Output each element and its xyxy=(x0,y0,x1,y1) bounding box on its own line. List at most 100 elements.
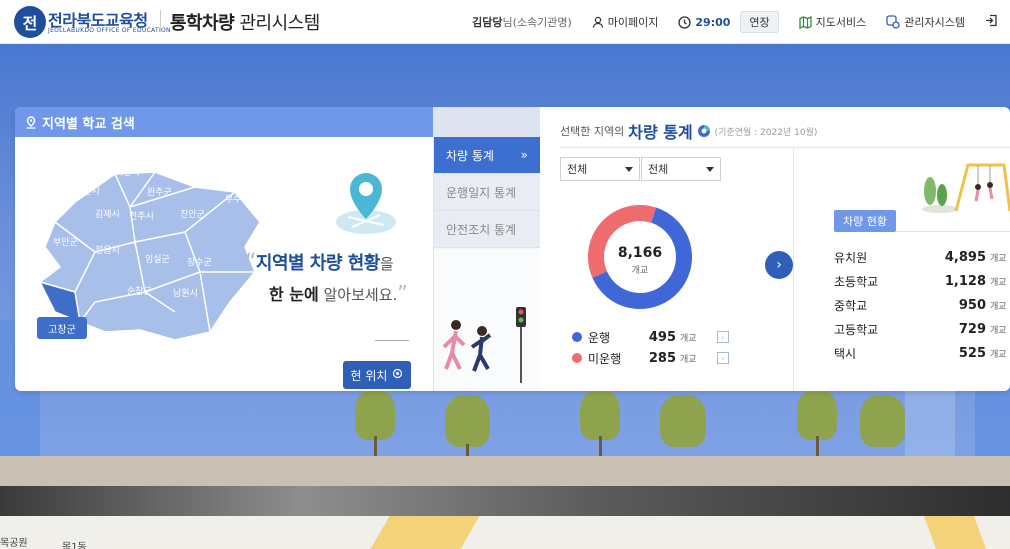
stats-title: 선택한 지역의 차량 통계 (기준연월 : 2022년 10월) xyxy=(560,119,817,143)
next-stats-button[interactable]: › xyxy=(765,251,793,279)
map-strip[interactable]: 목1동 목공원 xyxy=(0,516,1010,549)
legend-unit: 개교 xyxy=(680,333,697,344)
map-service-link[interactable]: 지도서비스 xyxy=(799,14,866,30)
pie-chart-icon xyxy=(697,125,710,137)
admin-system-label: 관리자시스템 xyxy=(904,16,965,29)
user-name: 김담당 xyxy=(472,16,503,29)
bg-tree xyxy=(445,395,490,447)
school-type-select[interactable]: 전체 xyxy=(641,157,721,181)
count-value: 525 xyxy=(958,345,986,361)
chevron-right-icon[interactable]: › xyxy=(716,352,729,364)
count-value: 950 xyxy=(958,297,986,313)
legend-not-operating: 미운행 285 개교 › xyxy=(572,348,732,368)
count-value: 729 xyxy=(958,321,986,337)
count-label: 택시 xyxy=(834,346,857,361)
logout-button[interactable] xyxy=(985,14,998,30)
stats-divider-line xyxy=(560,147,1010,148)
system-title[interactable]: 통학차량 관리시스템 xyxy=(170,9,320,35)
admin-system-link[interactable]: 관리자시스템 xyxy=(886,14,965,30)
region-label[interactable]: 무주군 xyxy=(225,192,250,205)
school-type-select-value: 전체 xyxy=(648,163,669,176)
user-org: 님(소속기관명) xyxy=(502,16,572,29)
quote-close: ” xyxy=(397,281,408,305)
tab-vehicle-stats[interactable]: 차량 통계 » xyxy=(434,137,540,174)
edu-office-logo[interactable]: 전 xyxy=(14,6,46,38)
system-title-bold: 통학차량 xyxy=(170,13,235,34)
region-label[interactable]: 김제시 xyxy=(95,207,120,220)
count-unit: 개교 xyxy=(990,253,1007,264)
map-label: 목공원 xyxy=(0,538,28,549)
caret-down-icon xyxy=(625,166,633,172)
stats-date-note: (기준연월 : 2022년 10월) xyxy=(714,127,818,138)
bg-tree xyxy=(355,390,395,440)
tagline-line1-bold: 지역별 차량 현황 xyxy=(255,253,380,274)
logo-letter: 전 xyxy=(22,14,38,33)
count-row: 택시 525 개교 xyxy=(834,342,1010,364)
tagline: “지역별 차량 현황을 한 눈에 알아보세요.” xyxy=(245,249,435,305)
tab-label: 운행일지 통계 xyxy=(446,185,517,200)
bg-tree xyxy=(580,390,620,440)
map-road xyxy=(370,516,480,549)
current-location-label: 현 위치 xyxy=(350,368,388,383)
region-map: 익산시 군산시 완주군 김제시 전주시 진안군 무주군 부안군 정읍시 임실군 … xyxy=(15,137,433,391)
session-timer: 29:00 xyxy=(678,16,736,29)
region-select[interactable]: 전체 xyxy=(560,157,640,181)
region-label[interactable]: 임실군 xyxy=(145,252,170,265)
location-pin-icon xyxy=(26,115,36,129)
map-label: 목1동 xyxy=(62,542,87,549)
region-label[interactable]: 완주군 xyxy=(147,185,172,198)
map-road xyxy=(923,516,987,549)
vehicle-count-divider xyxy=(896,231,1010,232)
selected-region-tag[interactable]: 고창군 xyxy=(37,317,87,339)
playground-illustration xyxy=(922,163,1010,213)
count-unit: 개교 xyxy=(990,301,1007,312)
region-label[interactable]: 순창군 xyxy=(127,284,152,297)
count-row: 고등학교 729 개교 xyxy=(834,318,1010,340)
admin-icon xyxy=(886,15,900,29)
legend-label: 운행 xyxy=(588,330,611,345)
tabs-spacer xyxy=(434,107,540,137)
count-label: 초등학교 xyxy=(834,274,879,289)
region-label[interactable]: 장수군 xyxy=(187,255,212,268)
region-label[interactable]: 정읍시 xyxy=(95,243,120,256)
stats-title-prefix: 선택한 지역의 xyxy=(560,125,625,138)
count-label: 중학교 xyxy=(834,298,868,313)
map-icon xyxy=(799,15,812,29)
region-label[interactable]: 남원시 xyxy=(173,286,198,299)
count-value: 4,895 xyxy=(944,249,986,265)
mypage-label: 마이페이지 xyxy=(607,16,659,29)
tagline-arrow xyxy=(375,340,409,341)
header-divider xyxy=(160,10,161,32)
bg-building xyxy=(905,391,955,456)
region-label[interactable]: 군산시 xyxy=(75,184,100,197)
count-row: 유치원 4,895 개교 xyxy=(834,246,1010,268)
legend-dot xyxy=(572,332,582,342)
chevron-right-icon[interactable]: › xyxy=(716,331,729,343)
region-label[interactable]: 익산시 xyxy=(115,165,140,178)
legend-operating: 운행 495 개교 › xyxy=(572,327,732,347)
current-location-button[interactable]: 현 위치 xyxy=(343,361,411,389)
tab-driving-log-stats[interactable]: 운행일지 통계 xyxy=(434,174,540,211)
system-title-rest: 관리시스템 xyxy=(234,13,320,34)
user-info: 김담당님(소속기관명) xyxy=(472,14,572,30)
tagline-line1-rest: 을 xyxy=(379,255,394,273)
bg-tree-trunk xyxy=(374,436,377,456)
bg-tree xyxy=(860,395,905,447)
extend-session-button[interactable]: 연장 xyxy=(740,11,779,33)
mypage-link[interactable]: 마이페이지 xyxy=(592,14,659,30)
tagline-line2-rest: 알아보세요. xyxy=(318,286,398,304)
school-search-title: 지역별 학교 검색 xyxy=(42,116,135,132)
count-unit: 개교 xyxy=(990,349,1007,360)
count-unit: 개교 xyxy=(990,325,1007,336)
count-row: 중학교 950 개교 xyxy=(834,294,1010,316)
user-icon xyxy=(592,16,603,28)
ground-strip xyxy=(0,456,1010,486)
region-label[interactable]: 전주시 xyxy=(129,209,154,222)
region-label[interactable]: 진안군 xyxy=(180,207,205,220)
region-label[interactable]: 부안군 xyxy=(53,235,78,248)
map-pin-illustration xyxy=(336,173,396,234)
bg-tree-trunk xyxy=(599,436,602,456)
count-label: 유치원 xyxy=(834,250,868,265)
crosshair-icon xyxy=(392,368,403,382)
tab-safety-stats[interactable]: 안전조치 통계 xyxy=(434,211,540,248)
